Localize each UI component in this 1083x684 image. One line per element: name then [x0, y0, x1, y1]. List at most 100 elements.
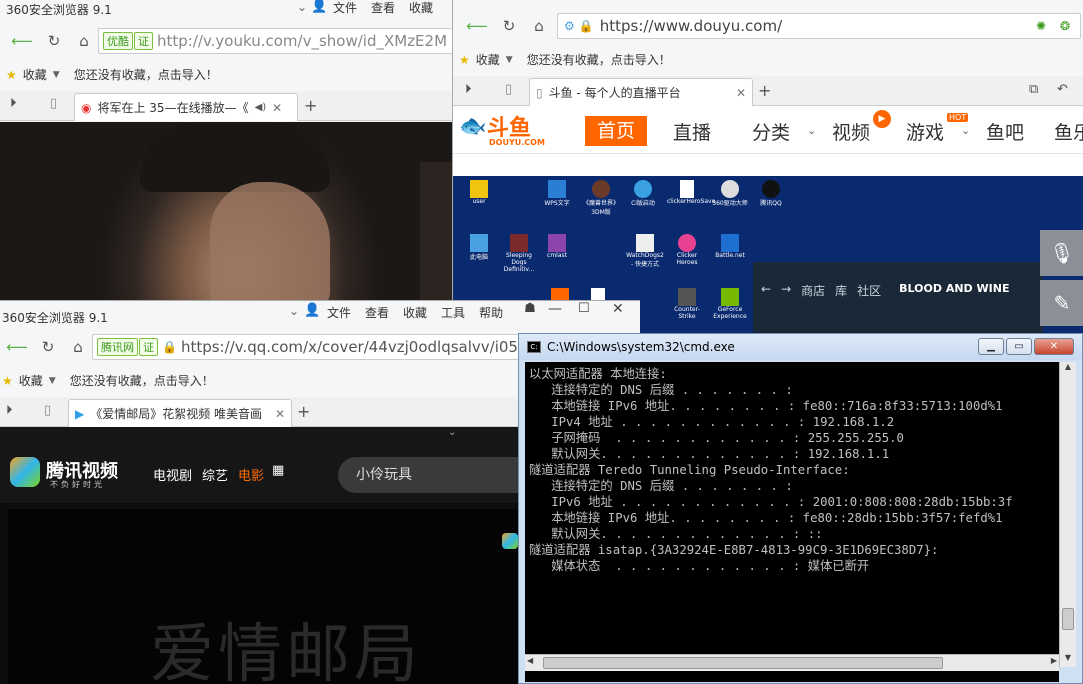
nav-game[interactable]: 游戏 [906, 118, 944, 145]
sidebar-toggle-icon[interactable]: ⏵ [10, 96, 17, 111]
sidebar-toggle-icon[interactable]: ⏵ [465, 82, 472, 97]
nav-fishbar[interactable]: 鱼吧 [986, 118, 1024, 145]
speaker-icon[interactable]: ◀) [255, 102, 267, 113]
menu-view[interactable]: 查看 [371, 0, 395, 16]
douyu-logo[interactable]: 🐟 斗鱼 DOUYU.COM [459, 110, 549, 150]
nav-video[interactable]: 视频 [832, 118, 870, 145]
address-bar[interactable]: 优酷 证 http://v.youku.com/v_show/id_XMzE2M [98, 28, 452, 54]
horizontal-scrollbar[interactable]: ◀ ▶ [525, 654, 1059, 671]
skin-icon[interactable]: ☗ [519, 301, 541, 321]
new-tab-button[interactable]: + [758, 81, 771, 100]
chevron-down-icon[interactable]: ▼ [506, 55, 513, 65]
desktop-icon[interactable]: 腾讯QQ [753, 180, 789, 207]
chevron-down-icon[interactable]: ▼ [53, 70, 60, 80]
steam-store[interactable]: 商店 [801, 282, 825, 299]
grid-icon[interactable]: ▦ [272, 463, 284, 478]
bookmarks-hint[interactable]: 您还没有收藏，点击导入！ [70, 372, 214, 389]
desktop-icon[interactable]: Counter-Strike [667, 288, 707, 320]
leaf-icon[interactable]: ❂ [1060, 19, 1070, 33]
menu-file[interactable]: 文件 [327, 304, 351, 321]
scroll-down-icon[interactable]: ▼ [1060, 653, 1076, 667]
menu-help[interactable]: 帮助 [479, 304, 503, 321]
search-input[interactable]: 小伶玩具 [338, 457, 538, 493]
menu-favorites[interactable]: 收藏 [403, 304, 427, 321]
minimize-button[interactable]: ▁ [978, 338, 1004, 355]
desktop-icon[interactable]: 《魔兽世界》3DM版 [581, 180, 621, 216]
address-bar[interactable]: 腾讯网 证 🔒 https://v.qq.com/x/cover/44vzj0o… [92, 334, 522, 360]
phone-icon[interactable]: ▯ [44, 403, 51, 418]
phone-icon[interactable]: ▯ [50, 96, 57, 111]
back-icon[interactable]: ⟵ [466, 16, 488, 36]
desktop-icon[interactable]: 360驱动大师 [711, 180, 749, 207]
close-icon[interactable]: ✕ [736, 86, 746, 100]
user-icon[interactable]: 👤 [304, 303, 320, 318]
desktop-icon[interactable]: Ci版启动 [625, 180, 661, 207]
maximize-button[interactable]: ☐ [578, 301, 590, 316]
desktop-icon[interactable]: 此电脑 [461, 234, 497, 261]
refresh-icon[interactable]: ↻ [44, 31, 64, 51]
bookmarks-menu[interactable]: 收藏 [476, 51, 500, 68]
desktop-icon[interactable]: GeForce Experience [711, 288, 749, 320]
nav-variety[interactable]: 综艺 [202, 465, 228, 484]
desktop-icon[interactable]: WPS文字 [539, 180, 575, 207]
edit-icon[interactable]: ✎ [1040, 280, 1083, 326]
chevron-down-icon[interactable]: ⌄ [961, 124, 970, 137]
desktop-icon[interactable]: clickerHeroSave [667, 180, 715, 205]
chevron-down-icon[interactable]: ⌄ [289, 304, 299, 318]
scroll-thumb[interactable] [543, 657, 943, 669]
chevron-down-icon[interactable]: ⌄ [448, 427, 456, 438]
undo-icon[interactable]: ↶ [1057, 82, 1068, 97]
refresh-icon[interactable]: ↻ [499, 16, 519, 36]
cmd-output[interactable]: 以太网适配器 本地连接: 连接特定的 DNS 后缀 . . . . . . . … [525, 362, 1059, 682]
nav-movie[interactable]: 电影 [238, 465, 264, 484]
restore-tabs-icon[interactable]: ⧉ [1029, 82, 1038, 97]
close-button[interactable]: ✕ [1034, 338, 1074, 355]
chevron-down-icon[interactable]: ⌄ [297, 0, 307, 14]
home-icon[interactable]: ⌂ [68, 337, 88, 357]
close-icon[interactable]: ✕ [275, 407, 285, 421]
minimize-button[interactable]: — [548, 301, 562, 317]
menu-file[interactable]: 文件 [333, 0, 357, 16]
menu-tools[interactable]: 工具 [441, 304, 465, 321]
steam-community[interactable]: 社区 [857, 282, 881, 299]
desktop-icon[interactable]: user [461, 180, 497, 205]
new-tab-button[interactable]: + [297, 402, 310, 421]
address-bar[interactable]: ⚙ 🔒 https://www.douyu.com/ ✺ ❂ [557, 13, 1081, 39]
desktop-icon[interactable]: Battle.net [711, 234, 749, 259]
menu-favorites[interactable]: 收藏 [409, 0, 433, 16]
bookmarks-menu[interactable]: 收藏 [23, 66, 47, 83]
forward-icon[interactable]: → [781, 282, 791, 299]
bookmarks-hint[interactable]: 您还没有收藏，点击导入！ [74, 66, 218, 83]
home-icon[interactable]: ⌂ [74, 31, 94, 51]
sidebar-toggle-icon[interactable]: ⏵ [6, 403, 13, 418]
tab-douyu[interactable]: ▯ 斗鱼 - 每个人的直播平台 ✕ [529, 78, 753, 106]
vertical-scrollbar[interactable]: ▲ ▼ [1059, 362, 1076, 667]
nav-live[interactable]: 直播 [673, 118, 711, 145]
nav-category[interactable]: 分类 [752, 118, 790, 145]
scroll-thumb[interactable] [1062, 608, 1074, 630]
tab-qq-video[interactable]: ▶ 《爱情邮局》花絮视频 唯美音画 ✕ [68, 399, 292, 427]
back-icon[interactable]: ← [761, 282, 771, 299]
chevron-down-icon[interactable]: ▼ [49, 376, 56, 386]
close-icon[interactable]: ✕ [272, 101, 282, 115]
desktop-icon[interactable]: Clicker Heroes [667, 234, 707, 266]
scroll-left-icon[interactable]: ◀ [527, 656, 533, 665]
menu-view[interactable]: 查看 [365, 304, 389, 321]
new-tab-button[interactable]: + [304, 96, 317, 115]
phone-icon[interactable]: ▯ [505, 82, 512, 97]
microphone-icon[interactable]: 🎙 [1040, 230, 1083, 276]
steam-library[interactable]: 库 [835, 282, 847, 299]
bookmarks-menu[interactable]: 收藏 [19, 372, 43, 389]
refresh-icon[interactable]: ↻ [38, 337, 58, 357]
back-icon[interactable]: ⟵ [11, 31, 33, 51]
tencent-video-logo[interactable]: 腾讯视频 不负好时光 [10, 457, 130, 493]
user-icon[interactable]: 👤 [311, 0, 327, 14]
back-icon[interactable]: ⟵ [6, 337, 28, 357]
desktop-icon[interactable]: cmlast [539, 234, 575, 259]
scroll-right-icon[interactable]: ▶ [1051, 656, 1057, 665]
chevron-down-icon[interactable]: ⌄ [807, 124, 816, 137]
tab-youku[interactable]: ◉ 将军在上 35—在线播放—《 ◀) ✕ [74, 93, 298, 121]
desktop-icon[interactable]: Sleeping Dogs Definitiv... [499, 234, 539, 273]
close-button[interactable]: ✕ [612, 301, 624, 317]
maximize-button[interactable]: ▭ [1006, 338, 1032, 355]
